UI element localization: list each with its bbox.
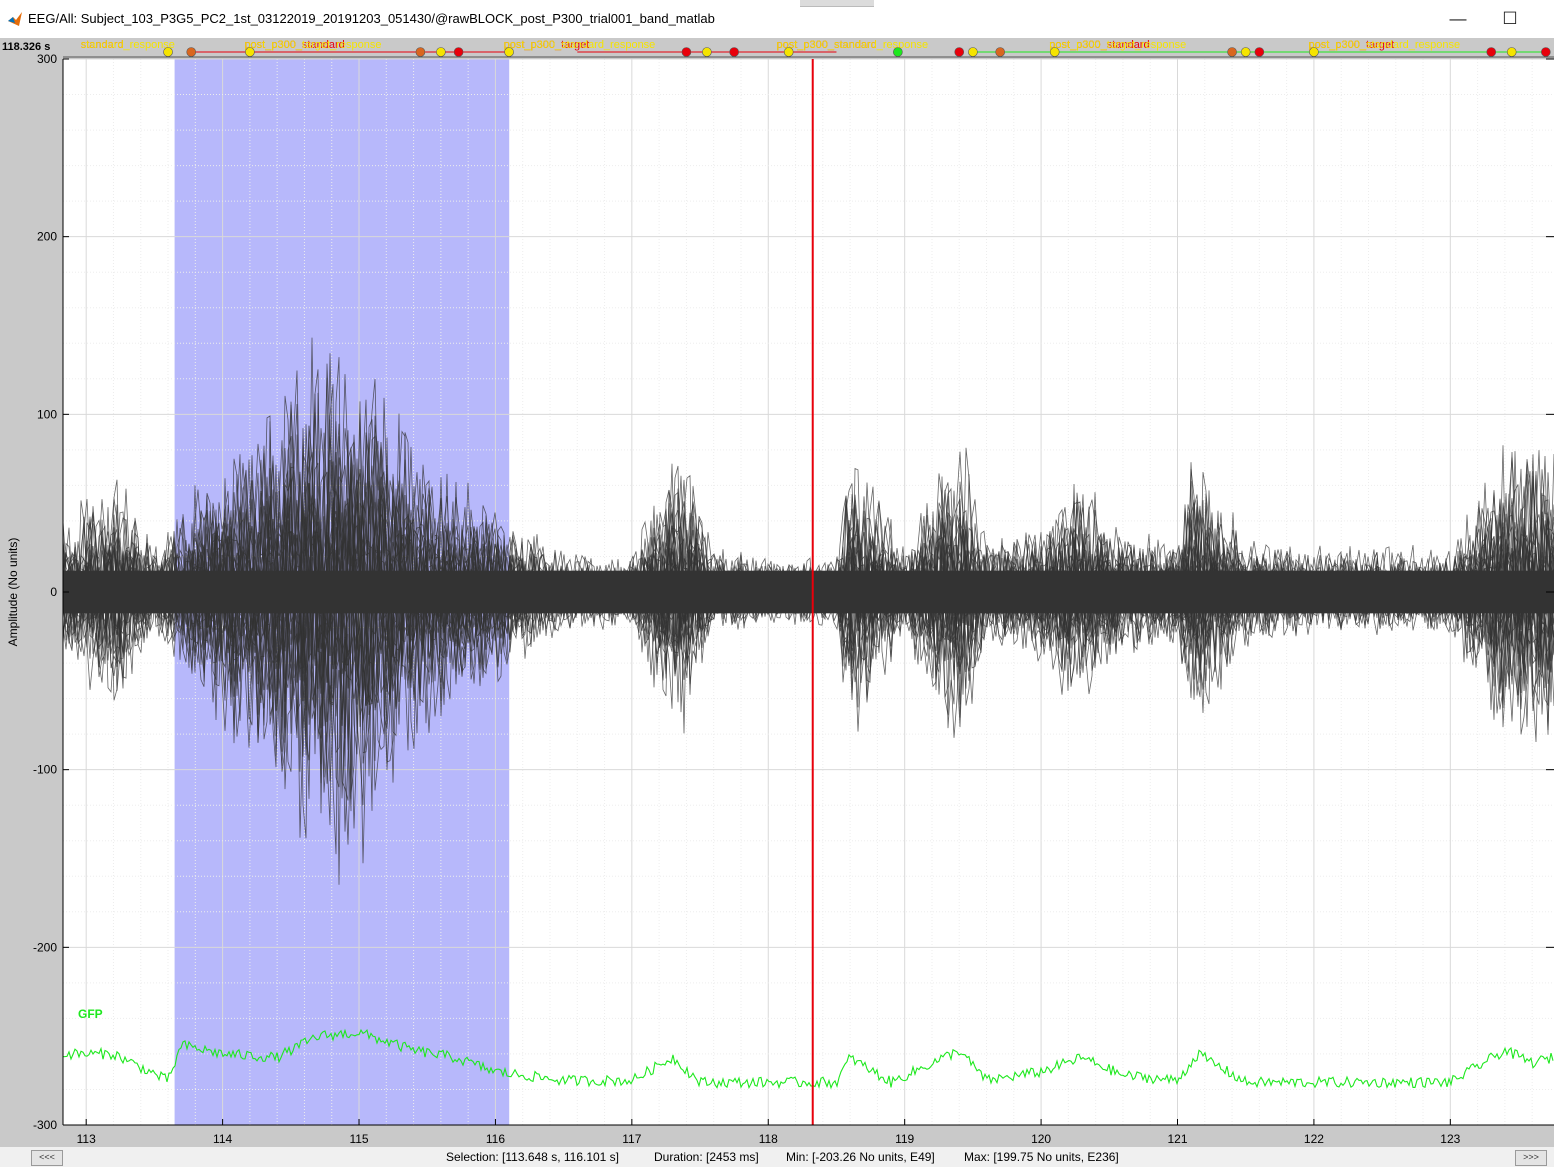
y-tick-label: 200 <box>37 230 57 244</box>
y-tick-label: 0 <box>50 585 57 599</box>
x-tick-label: 123 <box>1440 1132 1460 1146</box>
x-tick-label: 115 <box>349 1132 368 1146</box>
event-label: post_p300_standard_response <box>504 39 656 51</box>
event-marker <box>1240 47 1251 57</box>
event-label: post_p300_standard_response <box>776 39 928 51</box>
event-marker <box>186 47 197 57</box>
event-marker <box>453 47 464 57</box>
x-tick-label: 116 <box>486 1132 505 1146</box>
event-marker <box>1506 47 1517 57</box>
x-tick-label: 113 <box>77 1132 96 1146</box>
status-selection: Selection: [113.648 s, 116.101 s] <box>446 1150 620 1164</box>
event-marker <box>245 47 255 57</box>
x-tick-label: 119 <box>895 1132 914 1146</box>
x-tick-label: 120 <box>1031 1132 1051 1146</box>
x-tick-label: 118 <box>759 1132 778 1146</box>
status-min: Min: [-203.26 No units, E49] <box>786 1150 935 1164</box>
x-tick-label: 117 <box>622 1132 641 1146</box>
event-marker <box>783 47 794 57</box>
y-tick-label: 300 <box>37 52 57 66</box>
eeg-dense-core <box>63 570 1554 614</box>
event-marker <box>954 47 965 57</box>
status-duration: Duration: [2453 ms] <box>654 1150 759 1164</box>
event-marker <box>1486 47 1497 57</box>
x-tick-label: 114 <box>213 1132 232 1146</box>
scroll-left-button[interactable]: <<< <box>31 1150 63 1166</box>
scroll-right-button[interactable]: >>> <box>1515 1150 1547 1166</box>
y-tick-label: -200 <box>33 940 57 954</box>
eeg-plot[interactable]: standardstandard_response post_p300_stand… <box>0 0 1554 1167</box>
event-marker <box>1541 47 1551 57</box>
event-marker <box>1309 47 1319 57</box>
event-marker <box>1049 47 1060 57</box>
status-bar: Selection: [113.648 s, 116.101 s] Durati… <box>0 1147 1554 1167</box>
event-label: standard_response <box>81 39 175 51</box>
event-marker <box>1254 47 1265 57</box>
time-readout: 118.326 s <box>2 41 51 53</box>
event-marker <box>504 47 514 57</box>
event-marker <box>995 47 1005 57</box>
x-tick-label: 121 <box>1167 1132 1187 1146</box>
y-axis-label: Amplitude (No units) <box>6 537 20 647</box>
x-tick-label: 122 <box>1304 1132 1324 1146</box>
event-marker <box>893 47 903 57</box>
y-tick-label: -300 <box>33 1118 57 1132</box>
event-marker <box>163 47 173 57</box>
event-marker <box>968 47 978 57</box>
y-tick-label: -100 <box>33 763 57 777</box>
event-marker <box>702 47 712 57</box>
event-label: post_p300_target_response <box>244 39 381 51</box>
gfp-label: GFP <box>78 1007 103 1021</box>
y-tick-label: 100 <box>37 407 57 421</box>
event-marker <box>1227 47 1237 57</box>
event-label: post_p300_target_response <box>1049 39 1186 51</box>
event-marker <box>415 47 426 57</box>
status-max: Max: [199.75 No units, E236] <box>964 1150 1119 1164</box>
event-label: post_p300_standard_response <box>1308 39 1460 51</box>
event-marker <box>681 47 692 57</box>
event-marker <box>729 47 739 57</box>
event-marker <box>436 47 446 57</box>
